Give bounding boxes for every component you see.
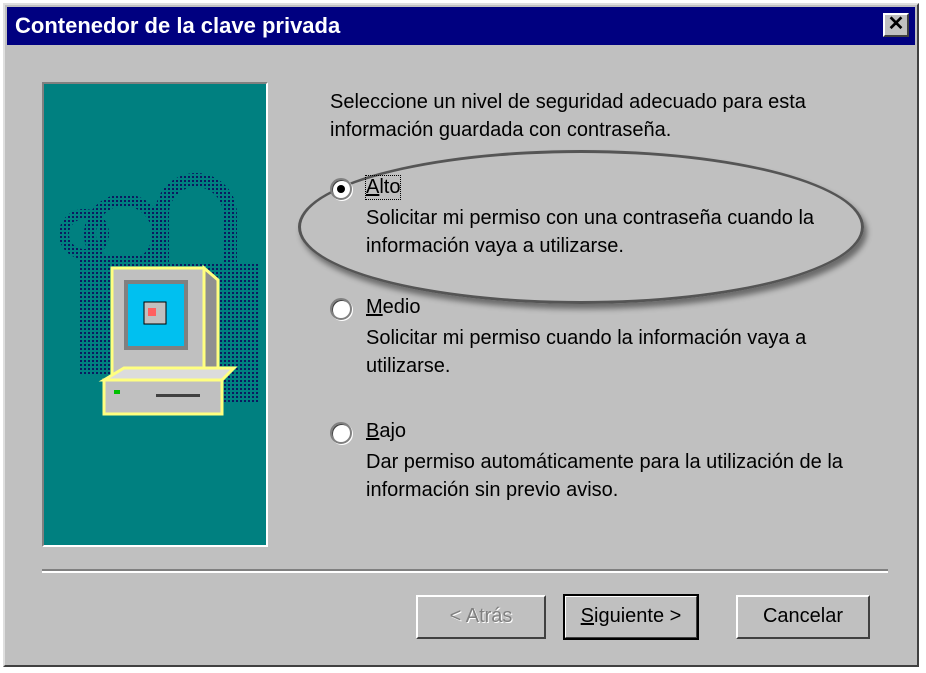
- title-bar[interactable]: Contenedor de la clave privada ✕: [7, 7, 915, 45]
- radio-bajo[interactable]: [330, 422, 352, 444]
- close-icon: ✕: [887, 13, 905, 35]
- option-label-medio[interactable]: Medio: [366, 296, 420, 319]
- window-title: Contenedor de la clave privada: [15, 13, 341, 38]
- radio-medio[interactable]: [330, 298, 352, 320]
- radio-selected-dot: [337, 185, 345, 193]
- back-button[interactable]: < Atrás: [416, 595, 546, 639]
- next-button[interactable]: Siguiente >: [563, 594, 699, 640]
- separator: [42, 569, 888, 573]
- option-label-bajo[interactable]: Bajo: [366, 420, 406, 443]
- option-label-alto[interactable]: Alto: [364, 175, 402, 200]
- cancel-button[interactable]: Cancelar: [736, 595, 870, 639]
- option-description-bajo: Dar permiso automáticamente para la util…: [366, 451, 843, 501]
- security-illustration: [42, 82, 268, 547]
- close-button[interactable]: ✕: [883, 13, 909, 37]
- padlock-computer-icon: [59, 173, 260, 416]
- radio-alto[interactable]: [330, 178, 352, 200]
- intro-text: Seleccione un nivel de seguridad adecuad…: [330, 91, 806, 141]
- option-description-alto: Solicitar mi permiso con una contraseña …: [366, 207, 815, 257]
- computer-icon: [98, 264, 238, 416]
- option-description-medio: Solicitar mi permiso cuando la informaci…: [366, 327, 807, 377]
